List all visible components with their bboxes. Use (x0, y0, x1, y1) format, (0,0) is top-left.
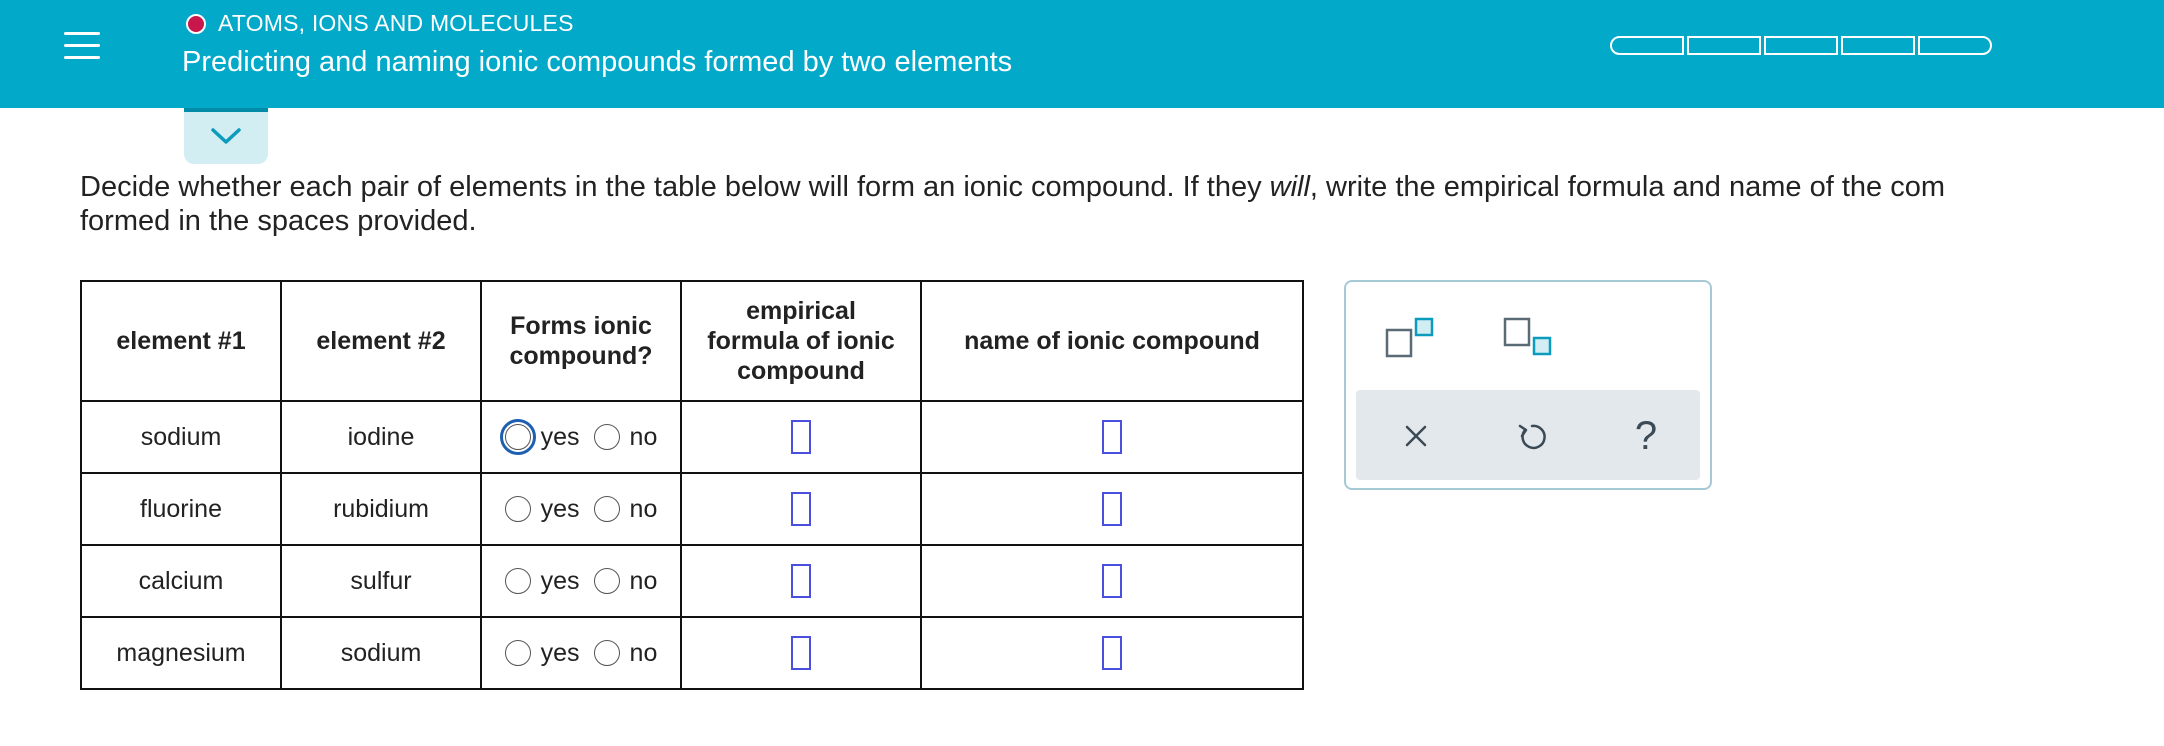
progress-segment (1841, 36, 1915, 55)
name-cell (920, 616, 1304, 690)
name-cell (920, 400, 1304, 474)
name-cell (920, 544, 1304, 618)
yes-radio[interactable] (504, 496, 531, 522)
formula-cell (680, 400, 922, 474)
element-2-cell: rubidium (280, 472, 482, 546)
yes-option[interactable]: yes (504, 567, 580, 596)
yes-option[interactable]: yes (504, 495, 580, 524)
topic-row: ATOMS, IONS AND MOLECULES (186, 10, 574, 37)
undo-icon (1518, 424, 1546, 450)
menu-icon-bar (64, 55, 100, 59)
question-prompt: Decide whether each pair of elements in … (80, 170, 2164, 238)
chevron-down-icon (211, 128, 241, 144)
prompt-text: , write the empirical formula and name o… (1309, 171, 1945, 203)
col-header-name: name of ionic compound (920, 280, 1304, 402)
yes-option[interactable]: yes (504, 639, 580, 668)
formula-input[interactable] (791, 492, 811, 526)
no-radio[interactable] (593, 568, 620, 594)
progress-segment (1687, 36, 1761, 55)
close-icon (1405, 425, 1427, 447)
answer-table: element #1 element #2 Forms ionic compoun… (80, 280, 1304, 690)
name-input[interactable] (1102, 492, 1122, 526)
topic-label: ATOMS, IONS AND MOLECULES (218, 10, 574, 36)
menu-icon-bar (64, 31, 100, 35)
name-input[interactable] (1102, 564, 1122, 598)
no-radio[interactable] (593, 496, 620, 522)
formula-input[interactable] (791, 636, 811, 670)
top-bar: ATOMS, IONS AND MOLECULES Predicting and… (0, 0, 2164, 108)
superscript-button[interactable] (1384, 316, 1436, 360)
element-1-cell: sodium (80, 400, 282, 474)
no-option[interactable]: no (593, 495, 657, 524)
progress-segment (1610, 36, 1684, 55)
progress-segment (1764, 36, 1838, 55)
formula-input[interactable] (791, 420, 811, 454)
name-input[interactable] (1102, 636, 1122, 670)
element-1-cell: calcium (80, 544, 282, 618)
table-row: calcium sulfur yes no (80, 544, 1304, 618)
col-header-element-2: element #2 (280, 280, 482, 402)
expand-toggle[interactable] (184, 108, 268, 164)
clear-button[interactable] (1394, 414, 1438, 458)
prompt-text: formed in the spaces provided. (80, 205, 477, 237)
table-row: fluorine rubidium yes no (80, 472, 1304, 546)
table-header-row: element #1 element #2 Forms ionic compoun… (80, 280, 1304, 402)
name-cell (920, 472, 1304, 546)
no-option[interactable]: no (593, 567, 657, 596)
element-2-cell: sodium (280, 616, 482, 690)
formula-input[interactable] (791, 564, 811, 598)
yes-radio[interactable] (504, 568, 531, 594)
forms-ionic-cell: yes no (480, 472, 682, 546)
element-1-cell: fluorine (80, 472, 282, 546)
help-button[interactable]: ? (1624, 414, 1668, 458)
element-2-cell: iodine (280, 400, 482, 474)
subscript-icon (1503, 317, 1552, 356)
yes-radio[interactable] (504, 640, 531, 666)
no-radio[interactable] (593, 424, 620, 450)
superscript-icon (1385, 317, 1434, 358)
formula-cell (680, 544, 922, 618)
forms-ionic-cell: yes no (480, 400, 682, 474)
table-row: magnesium sodium yes no (80, 616, 1304, 690)
yes-radio[interactable] (499, 419, 536, 455)
math-toolbar: ? (1344, 280, 1712, 490)
menu-icon-bar (64, 43, 100, 47)
no-radio[interactable] (593, 640, 620, 666)
prompt-text: Decide whether each pair of elements in … (80, 171, 1270, 203)
no-option[interactable]: no (593, 639, 657, 668)
col-header-forms-ionic: Forms ionic compound? (480, 280, 682, 402)
undo-button[interactable] (1510, 414, 1554, 458)
table-row: sodium iodine yes no (80, 400, 1304, 474)
menu-button[interactable] (48, 18, 116, 72)
no-option[interactable]: no (593, 423, 657, 452)
progress-bar (1610, 36, 1992, 55)
action-buttons: ? (1356, 390, 1700, 480)
forms-ionic-cell: yes no (480, 616, 682, 690)
formula-cell (680, 616, 922, 690)
formula-cell (680, 472, 922, 546)
forms-ionic-cell: yes no (480, 544, 682, 618)
progress-segment (1918, 36, 1992, 55)
col-header-formula: empirical formula of ionic compound (680, 280, 922, 402)
yes-option[interactable]: yes (499, 419, 580, 455)
topic-status-dot (186, 13, 206, 34)
subscript-button[interactable] (1502, 316, 1554, 360)
page-title: Predicting and naming ionic compounds fo… (182, 46, 1013, 78)
col-header-element-1: element #1 (80, 280, 282, 402)
element-2-cell: sulfur (280, 544, 482, 618)
name-input[interactable] (1102, 420, 1122, 454)
element-1-cell: magnesium (80, 616, 282, 690)
prompt-emphasis: will (1269, 171, 1310, 203)
